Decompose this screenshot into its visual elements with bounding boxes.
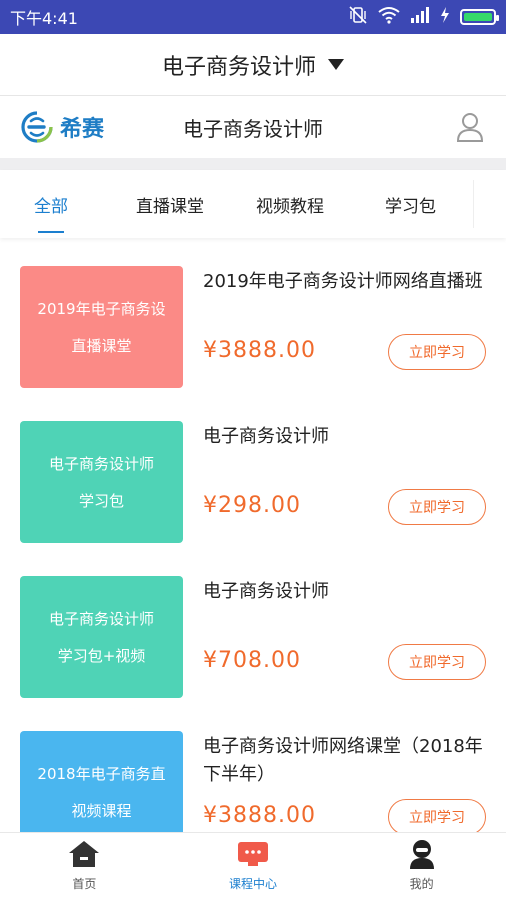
study-now-button[interactable]: 立即学习 bbox=[388, 489, 486, 525]
thumbnail-line2: 视频课程 bbox=[71, 802, 132, 820]
thumbnail-line1: 2019年电子商务设 bbox=[37, 300, 166, 318]
nav-course-center[interactable]: 课程中心 bbox=[169, 833, 338, 900]
course-card[interactable]: 2019年电子商务设 直播课堂 2019年电子商务设计师网络直播班 ¥3888.… bbox=[0, 266, 506, 388]
thumbnail-line1: 2018年电子商务直 bbox=[37, 765, 166, 783]
course-title[interactable]: 电子商务设计师 bbox=[203, 423, 493, 451]
nav-mine[interactable]: 我的 bbox=[337, 833, 506, 900]
tab-live-class[interactable]: 直播课堂 bbox=[136, 192, 204, 217]
user-profile-icon[interactable] bbox=[456, 112, 484, 146]
nav-label: 我的 bbox=[409, 877, 434, 891]
page-title: 电子商务设计师 bbox=[161, 54, 316, 80]
charging-icon bbox=[440, 7, 450, 27]
status-time: 下午4:41 bbox=[10, 9, 78, 28]
battery-level bbox=[464, 13, 492, 21]
course-card[interactable]: 电子商务设计师 学习包 电子商务设计师 ¥298.00 立即学习 bbox=[0, 421, 506, 543]
xisai-logo-icon bbox=[21, 111, 53, 143]
tab-all[interactable]: 全部 bbox=[34, 192, 68, 217]
tab-label: 视频教程 bbox=[256, 196, 324, 217]
profile-icon bbox=[409, 840, 434, 869]
course-title[interactable]: 2019年电子商务设计师网络直播班 bbox=[203, 268, 493, 296]
tab-study-pack[interactable]: 学习包 bbox=[385, 192, 436, 217]
brand-header: 希赛 电子商务设计师 bbox=[0, 96, 506, 158]
course-thumbnail[interactable]: 电子商务设计师 学习包+视频 bbox=[20, 576, 183, 698]
battery-icon bbox=[460, 9, 499, 25]
course-price: ¥298.00 bbox=[203, 493, 301, 518]
tab-label: 学习包 bbox=[385, 196, 436, 217]
course-center-icon bbox=[238, 842, 268, 866]
course-price: ¥3888.00 bbox=[203, 338, 316, 363]
nav-label: 课程中心 bbox=[229, 877, 278, 891]
home-icon bbox=[69, 841, 100, 867]
tab-label: 直播课堂 bbox=[136, 196, 204, 217]
tabs-edge-divider bbox=[473, 180, 474, 228]
tab-label: 全部 bbox=[34, 196, 68, 217]
thumbnail-line2: 直播课堂 bbox=[71, 337, 132, 355]
brand-name: 希赛 bbox=[60, 117, 105, 142]
thumbnail-line1: 电子商务设计师 bbox=[48, 610, 154, 628]
tab-video-tutorial[interactable]: 视频教程 bbox=[256, 192, 324, 217]
status-bar: 下午4:41 bbox=[0, 0, 506, 34]
course-title[interactable]: 电子商务设计师网络课堂（2018年下半年） bbox=[203, 733, 493, 789]
study-now-button[interactable]: 立即学习 bbox=[388, 644, 486, 680]
thumbnail-line2: 学习包+视频 bbox=[57, 647, 146, 665]
vibrate-off-icon bbox=[348, 6, 368, 28]
status-icons bbox=[348, 6, 499, 28]
signal-icon bbox=[410, 7, 430, 27]
course-card[interactable]: 2018年电子商务直 视频课程 电子商务设计师网络课堂（2018年下半年） ¥3… bbox=[0, 731, 506, 832]
course-thumbnail[interactable]: 电子商务设计师 学习包 bbox=[20, 421, 183, 543]
nav-home[interactable]: 首页 bbox=[0, 833, 169, 900]
wifi-icon bbox=[378, 6, 400, 28]
nav-label: 首页 bbox=[72, 877, 97, 891]
course-price: ¥708.00 bbox=[203, 648, 301, 673]
title-dropdown[interactable]: 电子商务设计师 bbox=[0, 34, 506, 96]
brand-logo[interactable]: 希赛 bbox=[20, 110, 104, 144]
thumbnail-line2: 学习包 bbox=[78, 492, 124, 510]
dropdown-arrow-icon bbox=[328, 59, 344, 70]
course-thumbnail[interactable]: 2018年电子商务直 视频课程 bbox=[20, 731, 183, 832]
course-price: ¥3888.00 bbox=[203, 803, 316, 828]
bottom-navigation: 首页 课程中心 我的 bbox=[0, 832, 506, 900]
study-now-button[interactable]: 立即学习 bbox=[388, 334, 486, 370]
section-divider bbox=[0, 158, 506, 170]
course-list[interactable]: 2019年电子商务设 直播课堂 2019年电子商务设计师网络直播班 ¥3888.… bbox=[0, 250, 506, 832]
study-now-button[interactable]: 立即学习 bbox=[388, 799, 486, 832]
category-tabs: 全部 直播课堂 视频教程 学习包 bbox=[0, 170, 506, 238]
course-thumbnail[interactable]: 2019年电子商务设 直播课堂 bbox=[20, 266, 183, 388]
course-title[interactable]: 电子商务设计师 bbox=[203, 578, 493, 606]
course-card[interactable]: 电子商务设计师 学习包+视频 电子商务设计师 ¥708.00 立即学习 bbox=[0, 576, 506, 698]
thumbnail-line1: 电子商务设计师 bbox=[48, 455, 154, 473]
